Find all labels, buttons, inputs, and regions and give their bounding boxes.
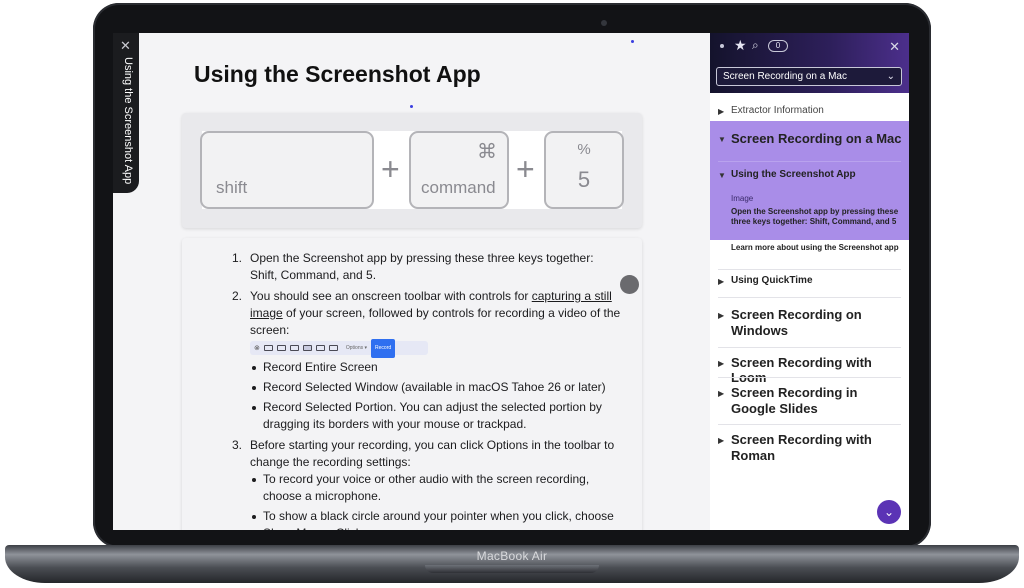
count-badge[interactable]: 0 bbox=[768, 40, 788, 52]
collapse-icon: ▼ bbox=[718, 135, 726, 144]
list-item: 3. Before starting your recording, you c… bbox=[232, 437, 624, 530]
list-item: 2. You should see an onscreen toolbar wi… bbox=[232, 288, 624, 433]
toc-label: Screen Recording with Loom bbox=[731, 355, 872, 385]
step-text: Open the Screenshot app by pressing thes… bbox=[250, 251, 594, 282]
chevron-down-icon: ⌄ bbox=[883, 505, 895, 519]
toc-item-extractor[interactable]: ▶ Extractor Information bbox=[710, 105, 909, 121]
record-portion-icon bbox=[328, 345, 338, 351]
key-label: 5 bbox=[577, 167, 591, 192]
key-shift: shift bbox=[200, 131, 374, 209]
toc-item-google-slides[interactable]: ▶ Screen Recording in Google Slides bbox=[710, 385, 909, 417]
list-item: To show a black circle around your point… bbox=[250, 508, 624, 530]
list-item: Record Selected Window (available in mac… bbox=[250, 379, 624, 396]
keyboard-shortcut-image: shift + ⌘ command + % 5 bbox=[182, 113, 642, 228]
select-value: Screen Recording on a Mac bbox=[723, 71, 847, 82]
key-symbol: % bbox=[577, 141, 591, 158]
divider bbox=[718, 347, 901, 348]
chevron-down-icon: ⌄ bbox=[886, 71, 895, 82]
outline-panel: ★ ⌕ 0 ✕ Screen Recording on a Mac ⌄ ▶ Ex… bbox=[710, 33, 909, 530]
record-label: Record bbox=[371, 338, 396, 358]
toc-item-roman[interactable]: ▶ Screen Recording with Roman bbox=[710, 432, 909, 464]
toc-label: Using QuickTime bbox=[731, 275, 813, 286]
divider bbox=[718, 161, 901, 162]
list-item: Record Entire Screen bbox=[250, 359, 624, 376]
steps-list: 1. Open the Screenshot app by pressing t… bbox=[232, 250, 624, 530]
key-label: shift bbox=[216, 178, 248, 197]
divider bbox=[718, 424, 901, 425]
step-number: 1. bbox=[232, 251, 243, 265]
key-5: % 5 bbox=[544, 131, 624, 209]
toc-label: Extractor Information bbox=[731, 105, 824, 116]
camera-icon bbox=[601, 20, 607, 26]
expand-icon: ▶ bbox=[718, 311, 725, 320]
list-item: To record your voice or other audio with… bbox=[250, 471, 624, 505]
divider bbox=[718, 269, 901, 270]
side-tab-label: Using the Screenshot App bbox=[122, 57, 134, 185]
close-icon[interactable]: ✕ bbox=[120, 39, 131, 52]
laptop-notch bbox=[425, 565, 599, 573]
record-window-icon bbox=[315, 345, 325, 351]
command-icon: ⌘ bbox=[477, 141, 497, 163]
toc-label: Learn more about using the Screenshot ap… bbox=[731, 243, 899, 252]
toc-label: Open the Screenshot app by pressing thes… bbox=[731, 207, 899, 226]
selection-dot bbox=[631, 40, 634, 43]
plus-sign: + bbox=[516, 151, 535, 187]
toc-item-learn-more[interactable]: Learn more about using the Screenshot ap… bbox=[710, 243, 909, 265]
toc-item-windows[interactable]: ▶ Screen Recording on Windows bbox=[710, 307, 909, 339]
toc-label: Using the Screenshot App bbox=[731, 169, 856, 180]
menu-dot-icon[interactable] bbox=[720, 44, 724, 48]
capture-portion-icon bbox=[289, 345, 299, 351]
toc-label: Screen Recording on a Mac bbox=[731, 131, 902, 146]
expand-icon: ▶ bbox=[718, 436, 725, 445]
drag-handle[interactable] bbox=[620, 275, 639, 294]
toc-item-screen-recording-mac[interactable]: ▼ Screen Recording on a Mac bbox=[710, 131, 909, 151]
capture-screen-icon bbox=[263, 345, 273, 351]
screen: ✕ Using the Screenshot App Using the Scr… bbox=[113, 33, 909, 530]
list-item: 1. Open the Screenshot app by pressing t… bbox=[232, 250, 624, 284]
collapse-icon: ▼ bbox=[718, 171, 726, 180]
toc-item-image-desc[interactable]: Open the Screenshot app by pressing thes… bbox=[710, 207, 909, 241]
step-text: of your screen, followed by controls for… bbox=[250, 306, 621, 337]
section-select[interactable]: Screen Recording on a Mac ⌄ bbox=[716, 67, 902, 86]
expand-icon: ▶ bbox=[718, 277, 725, 286]
scroll-down-button[interactable]: ⌄ bbox=[877, 500, 901, 524]
toc-label: Screen Recording with Roman bbox=[731, 432, 872, 463]
key-label: command bbox=[421, 178, 496, 197]
divider bbox=[718, 377, 901, 378]
toc-label: Image bbox=[731, 194, 754, 203]
expand-icon: ▶ bbox=[718, 107, 725, 116]
toc-item-image[interactable]: Image bbox=[710, 194, 909, 206]
search-icon[interactable]: ⌕ bbox=[752, 38, 759, 53]
step-number: 3. bbox=[232, 438, 243, 452]
expand-icon: ▶ bbox=[718, 389, 725, 398]
step-text: Before starting your recording, you can … bbox=[250, 438, 615, 469]
expand-icon: ▶ bbox=[718, 359, 725, 368]
toc-label: Screen Recording on Windows bbox=[731, 307, 862, 338]
star-icon[interactable]: ★ bbox=[734, 37, 747, 54]
step-text: You should see an onscreen toolbar with … bbox=[250, 289, 532, 303]
step-number: 2. bbox=[232, 289, 243, 303]
record-screen-icon bbox=[302, 345, 312, 351]
list-item: Record Selected Portion. You can adjust … bbox=[250, 399, 624, 433]
plus-sign: + bbox=[381, 151, 400, 187]
device-brand: MacBook Air bbox=[476, 549, 548, 563]
panel-header: ★ ⌕ 0 ✕ Screen Recording on a Mac ⌄ bbox=[710, 33, 909, 93]
capture-window-icon bbox=[276, 345, 286, 351]
side-tab[interactable]: ✕ Using the Screenshot App bbox=[113, 33, 139, 193]
close-icon: ⊗ bbox=[254, 344, 260, 352]
options-label: Options ▾ bbox=[345, 344, 368, 351]
page-title: Using the Screenshot App bbox=[194, 61, 481, 87]
steps-card: 1. Open the Screenshot app by pressing t… bbox=[182, 238, 642, 530]
screenshot-toolbar-image: ⊗ Options ▾ Record bbox=[250, 338, 428, 358]
close-icon[interactable]: ✕ bbox=[889, 39, 900, 55]
key-command: ⌘ command bbox=[409, 131, 509, 209]
toc-item-using-screenshot-app[interactable]: ▼ Using the Screenshot App bbox=[710, 169, 909, 185]
divider bbox=[718, 297, 901, 298]
toc-item-loom[interactable]: ▶ Screen Recording with Loom bbox=[710, 355, 909, 385]
toc-label: Screen Recording in Google Slides bbox=[731, 385, 858, 416]
toc-item-quicktime[interactable]: ▶ Using QuickTime bbox=[710, 275, 909, 291]
selection-dot bbox=[410, 105, 413, 108]
